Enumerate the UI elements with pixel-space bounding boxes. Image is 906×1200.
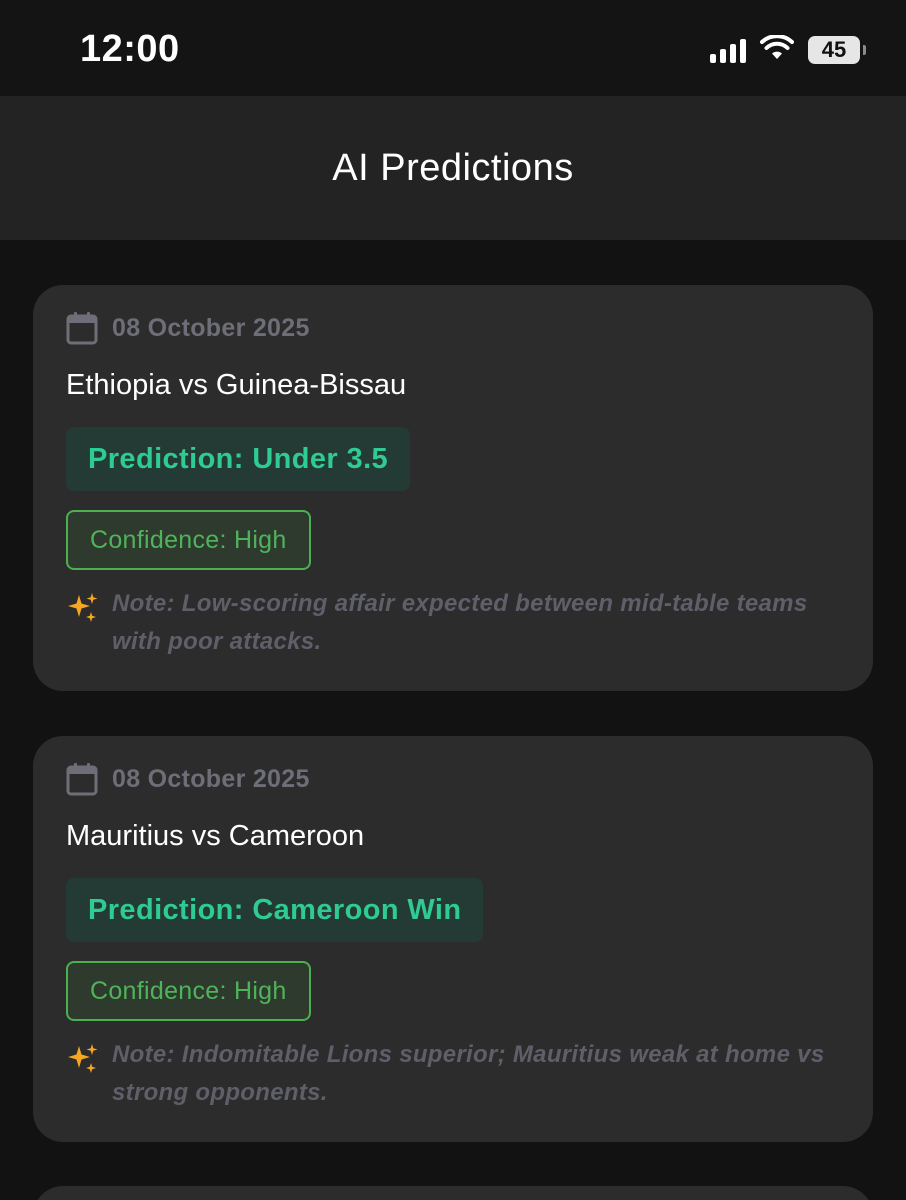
app-screen: 12:00 45 AI Predictions 08 October 2025 … [0, 0, 906, 1200]
status-icons: 45 [710, 33, 866, 66]
status-bar: 12:00 45 [0, 0, 906, 96]
calendar-icon [66, 311, 98, 345]
battery-level: 45 [821, 37, 847, 62]
calendar-icon [66, 762, 98, 796]
sparkle-icon [66, 1042, 100, 1076]
page-title: AI Predictions [332, 146, 574, 189]
sparkle-icon [66, 591, 100, 625]
battery-icon: 45 [808, 36, 866, 64]
match-title: Ethiopia vs Guinea-Bissau [66, 369, 407, 401]
note-row: Note: Low-scoring affair expected betwee… [66, 590, 826, 661]
status-time: 12:00 [80, 28, 180, 70]
confidence-badge: Confidence: High [66, 510, 311, 570]
match-title: Mauritius vs Cameroon [66, 820, 365, 852]
note-row: Note: Indomitable Lions superior; Maurit… [66, 1041, 826, 1112]
prediction-card[interactable]: 08 October 2025 Ethiopia vs Guinea-Bissa… [33, 285, 873, 691]
match-date: 08 October 2025 [112, 764, 310, 793]
app-header: AI Predictions [0, 96, 906, 240]
note-text: Note: Low-scoring affair expected betwee… [112, 590, 808, 655]
prediction-card[interactable]: 08 October 2025 Mauritius vs Cameroon Pr… [33, 736, 873, 1142]
prediction-badge: Prediction: Under 3.5 [66, 427, 411, 491]
match-date: 08 October 2025 [112, 313, 310, 342]
card-date-row: 08 October 2025 [66, 762, 310, 796]
prediction-text: Prediction: Cameroon Win [88, 893, 462, 926]
note-text: Note: Indomitable Lions superior; Maurit… [112, 1041, 825, 1106]
signal-icon [710, 37, 746, 63]
prediction-badge: Prediction: Cameroon Win [66, 878, 484, 942]
prediction-card-next[interactable] [33, 1186, 873, 1200]
prediction-text: Prediction: Under 3.5 [88, 442, 389, 475]
confidence-badge: Confidence: High [66, 961, 311, 1021]
card-date-row: 08 October 2025 [66, 311, 310, 345]
wifi-icon [760, 33, 794, 66]
confidence-text: Confidence: High [90, 525, 287, 554]
confidence-text: Confidence: High [90, 976, 287, 1005]
